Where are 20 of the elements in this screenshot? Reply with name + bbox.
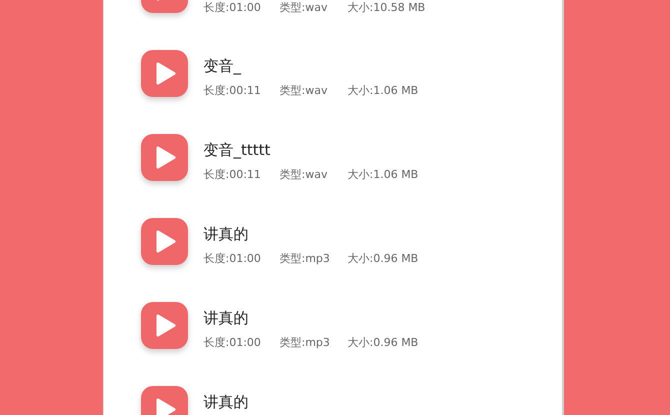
recording-title: 变音_ bbox=[204, 56, 241, 76]
type-text: 类型:wav bbox=[280, 1, 328, 15]
size-text: 大小:0.96 MB bbox=[348, 252, 418, 266]
size-text: 大小:1.06 MB bbox=[348, 168, 418, 182]
recording-title: 讲真的 bbox=[204, 224, 248, 244]
size-text: 大小:10.58 MB bbox=[348, 1, 426, 15]
duration-text: 长度:01:00 bbox=[204, 252, 262, 266]
recording-title: 讲真的 bbox=[204, 308, 248, 328]
size-text: 大小:1.06 MB bbox=[348, 84, 418, 98]
duration-text: 长度:00:11 bbox=[204, 168, 262, 182]
duration-text: 长度:01:00 bbox=[204, 1, 262, 15]
type-text: 类型:wav bbox=[280, 84, 328, 98]
duration-text: 长度:01:00 bbox=[204, 336, 262, 350]
duration-text: 长度:00:11 bbox=[204, 84, 262, 98]
size-text: 大小:0.96 MB bbox=[348, 336, 418, 350]
type-text: 类型:mp3 bbox=[280, 336, 331, 350]
recording-title: 变音_ttttt bbox=[204, 140, 270, 160]
recording-title: 讲真的 bbox=[204, 392, 248, 412]
type-text: 类型:wav bbox=[280, 168, 328, 182]
type-text: 类型:mp3 bbox=[280, 252, 331, 266]
